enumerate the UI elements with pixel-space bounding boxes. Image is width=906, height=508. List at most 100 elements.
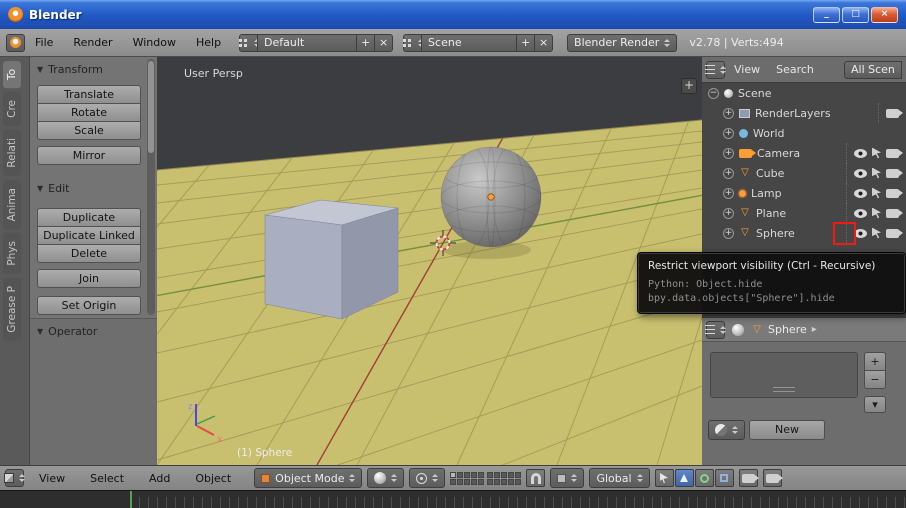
screen-layout-browse-button[interactable] <box>239 33 261 52</box>
menu-window[interactable]: Window <box>123 33 186 52</box>
render-engine-selector[interactable]: Blender Render <box>567 33 678 52</box>
scene-delete-button[interactable]: × <box>534 33 554 52</box>
menu-select[interactable]: Select <box>80 469 134 488</box>
material-slot-list[interactable] <box>710 352 858 398</box>
viewport-3d[interactable]: z x User Persp (1) Sphere + <box>157 57 702 465</box>
edit-panel-header[interactable]: ▼ Edit <box>37 181 157 195</box>
set-origin-button[interactable]: Set Origin <box>37 296 141 315</box>
outliner-item-scene[interactable]: − Scene <box>702 83 906 103</box>
snap-toggle-button[interactable] <box>526 469 546 487</box>
rotate-manipulator-button[interactable] <box>694 469 714 487</box>
duplicate-button[interactable]: Duplicate <box>37 208 141 227</box>
selectability-toggle-icon[interactable] <box>872 207 881 219</box>
menu-view[interactable]: View <box>727 63 767 76</box>
mirror-button[interactable]: Mirror <box>37 146 141 165</box>
editor-type-selector[interactable] <box>705 320 726 339</box>
visibility-toggle-icon[interactable] <box>854 188 867 198</box>
minimize-button[interactable]: _ <box>813 6 840 23</box>
screen-layout-add-button[interactable]: + <box>356 33 376 52</box>
render-toggle-icon[interactable] <box>886 168 903 178</box>
translate-button[interactable]: Translate <box>37 85 141 104</box>
expand-toggle-icon[interactable]: + <box>723 107 734 119</box>
translate-manipulator-button[interactable] <box>674 469 694 487</box>
menu-search[interactable]: Search <box>769 63 821 76</box>
operator-panel-header[interactable]: ▼ Operator <box>37 324 157 338</box>
render-opengl-anim-button[interactable] <box>762 469 783 487</box>
editor-type-selector[interactable] <box>705 60 726 79</box>
selectability-toggle-icon[interactable] <box>872 167 881 179</box>
duplicate-linked-button[interactable]: Duplicate Linked <box>37 226 141 245</box>
menu-view[interactable]: View <box>29 469 75 488</box>
tab-tools[interactable]: To <box>3 61 21 89</box>
cube-object[interactable] <box>264 199 399 320</box>
collapse-toggle-icon[interactable]: − <box>708 87 719 99</box>
delete-button[interactable]: Delete <box>37 244 141 263</box>
selectability-toggle-icon[interactable] <box>872 147 881 159</box>
scene-name-field[interactable]: Scene <box>421 33 518 52</box>
screen-layout-name-field[interactable]: Default <box>257 33 358 52</box>
scene-browse-button[interactable] <box>403 33 425 52</box>
tab-relations[interactable]: Relati <box>3 129 21 176</box>
editor-type-selector[interactable] <box>4 469 25 487</box>
editor-type-selector[interactable] <box>6 33 25 52</box>
material-browse-button[interactable] <box>708 420 745 440</box>
region-expand-button[interactable]: + <box>681 78 697 94</box>
mode-selector[interactable]: Object Mode <box>254 468 363 488</box>
render-opengl-button[interactable] <box>738 469 759 487</box>
scale-button[interactable]: Scale <box>37 121 141 140</box>
display-mode-selector[interactable]: All Scen <box>844 60 902 79</box>
transform-panel-header[interactable]: ▼ Transform <box>37 62 157 76</box>
layer-cell-active[interactable] <box>450 471 457 478</box>
outliner-item-renderlayers[interactable]: + RenderLayers <box>702 103 906 123</box>
render-toggle-icon[interactable] <box>886 148 903 158</box>
remove-slot-button[interactable]: − <box>864 370 886 389</box>
title-bar[interactable]: Blender _ □ × <box>0 0 906 29</box>
viewport-shading-selector[interactable] <box>367 468 405 488</box>
viewport-canvas[interactable]: z x User Persp (1) Sphere <box>157 57 702 465</box>
maximize-button[interactable]: □ <box>842 6 869 23</box>
material-tab-icon[interactable] <box>732 323 744 336</box>
render-toggle-icon[interactable] <box>886 108 903 118</box>
screen-layout-delete-button[interactable]: × <box>374 33 394 52</box>
outliner-item-plane[interactable]: + ▽ Plane <box>702 203 906 223</box>
timeline-strip[interactable] <box>0 490 906 508</box>
expand-toggle-icon[interactable]: + <box>723 127 734 139</box>
expand-toggle-icon[interactable]: + <box>723 187 734 199</box>
outliner-item-world[interactable]: + World <box>702 123 906 143</box>
outliner-item-camera[interactable]: + Camera <box>702 143 906 163</box>
visibility-toggle-icon[interactable] <box>854 208 867 218</box>
tab-create[interactable]: Cre <box>3 92 21 126</box>
outliner-item-lamp[interactable]: + Lamp <box>702 183 906 203</box>
manipulator-toggle-button[interactable] <box>654 469 674 487</box>
join-button[interactable]: Join <box>37 269 141 288</box>
render-toggle-icon[interactable] <box>886 228 903 238</box>
tab-physics[interactable]: Phys <box>3 233 21 274</box>
render-toggle-icon[interactable] <box>886 188 903 198</box>
selectability-toggle-icon[interactable] <box>872 187 881 199</box>
toolshelf-scrollbar[interactable] <box>147 59 155 315</box>
expand-toggle-icon[interactable]: + <box>723 147 734 159</box>
tab-grease-pencil[interactable]: Grease P <box>3 277 21 341</box>
pivot-point-selector[interactable] <box>409 468 446 488</box>
breadcrumb-label[interactable]: Sphere <box>768 323 807 336</box>
close-button[interactable]: × <box>871 6 898 23</box>
menu-object[interactable]: Object <box>185 469 241 488</box>
tab-animation[interactable]: Anima <box>3 179 21 230</box>
expand-toggle-icon[interactable]: + <box>723 207 734 219</box>
scale-manipulator-button[interactable] <box>714 469 734 487</box>
scene-add-button[interactable]: + <box>516 33 536 52</box>
selectability-toggle-icon[interactable] <box>872 227 881 239</box>
layers-widget[interactable] <box>450 471 522 485</box>
render-toggle-icon[interactable] <box>886 208 903 218</box>
transform-orientation-selector[interactable]: Global <box>589 468 650 488</box>
menu-add[interactable]: Add <box>139 469 180 488</box>
menu-file[interactable]: File <box>25 33 63 52</box>
outliner-item-cube[interactable]: + ▽ Cube <box>702 163 906 183</box>
visibility-toggle-icon[interactable] <box>854 168 867 178</box>
menu-render[interactable]: Render <box>63 33 122 52</box>
resize-grip[interactable] <box>773 387 795 392</box>
add-slot-button[interactable]: + <box>864 352 886 371</box>
menu-help[interactable]: Help <box>186 33 231 52</box>
snap-element-selector[interactable] <box>550 468 585 488</box>
slot-specials-button[interactable]: ▾ <box>864 396 886 413</box>
